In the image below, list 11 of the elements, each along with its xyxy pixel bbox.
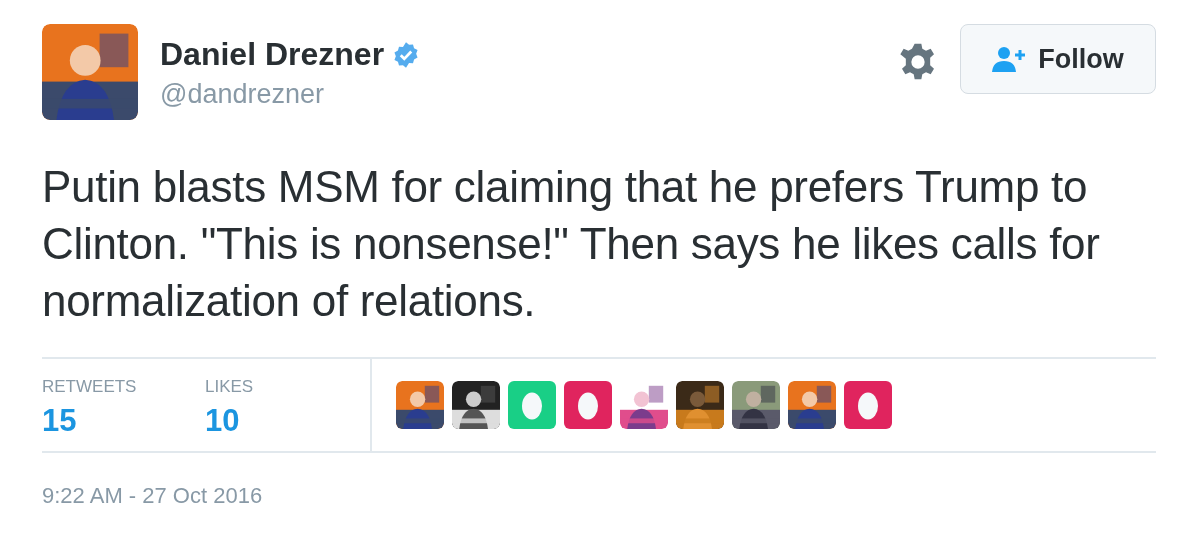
tweet-timestamp[interactable]: 9:22 AM - 27 Oct 2016: [42, 483, 263, 509]
author-handle[interactable]: @dandrezner: [160, 79, 324, 110]
author-name[interactable]: Daniel Drezner: [160, 36, 385, 73]
egg-avatar-icon[interactable]: [564, 381, 612, 429]
egg-avatar-icon[interactable]: [844, 381, 892, 429]
stat-count[interactable]: 10: [205, 403, 240, 439]
follow-button[interactable]: Follow: [960, 24, 1156, 94]
stat-label[interactable]: RETWEETS: [42, 377, 137, 397]
tweet-text: Putin blasts MSM for claiming that he prefers Trump to Clinton. "This is nonsense!" Then says he likes calls for normalization of relations.: [42, 158, 1156, 359]
stat-count[interactable]: 15: [42, 403, 77, 439]
stat-label[interactable]: LIKES: [205, 377, 254, 397]
